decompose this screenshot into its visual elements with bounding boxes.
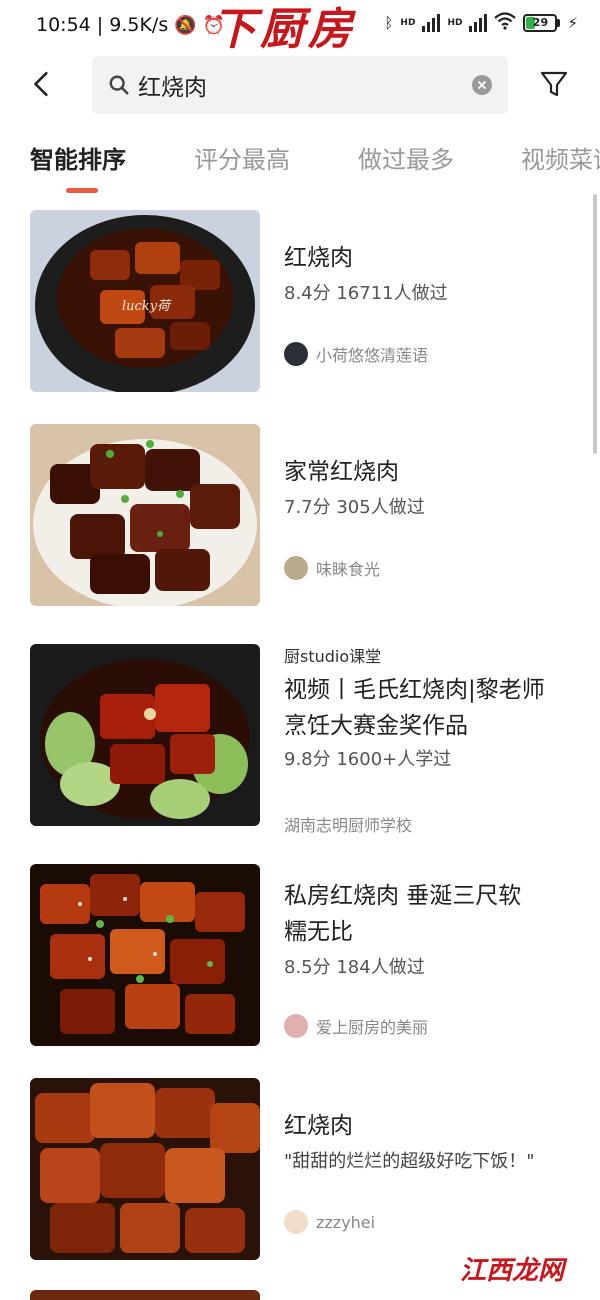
wifi-icon (494, 12, 517, 34)
recipe-thumbnail[interactable] (30, 424, 260, 606)
recipe-item[interactable]: lucky荷 红烧肉 8.4分 16711人做过 小荷悠悠清莲语 (0, 210, 600, 394)
recipe-item[interactable]: 厨studio课堂 视频丨毛氏红烧肉|黎老师 烹饪大赛金奖作品 9.8分 160… (0, 644, 600, 835)
status-time: 10:54 | 9.5K/s (36, 14, 169, 36)
food-photo (30, 1078, 260, 1260)
hd-label-1: HD (400, 18, 416, 28)
recipe-thumbnail[interactable]: lucky荷 (30, 210, 260, 392)
author-name: 小荷悠悠清莲语 (316, 346, 429, 365)
avatar (284, 342, 308, 366)
tab-smart-sort[interactable]: 智能排序 (30, 140, 126, 175)
food-photo (30, 424, 260, 606)
active-tab-indicator (66, 188, 98, 193)
battery-level: 29 (532, 16, 549, 29)
recipe-title[interactable]: 红烧肉 (284, 240, 584, 276)
recipe-thumbnail[interactable] (30, 644, 260, 826)
food-photo (30, 864, 260, 1046)
recipe-title[interactable]: 红烧肉 (284, 1108, 584, 1144)
signal-icon-1 (422, 14, 441, 32)
avatar (284, 1014, 308, 1038)
mute-icon: 🔕 (174, 14, 197, 36)
back-arrow-icon (34, 71, 48, 97)
avatar (284, 1210, 308, 1234)
food-photo (30, 644, 260, 826)
recipe-meta: 9.8分 1600+人学过 (284, 749, 452, 770)
hd-label-2: HD (447, 18, 463, 28)
recipe-meta: 8.5分 184人做过 (284, 957, 425, 978)
sort-tabs: 智能排序 评分最高 做过最多 视频菜谱 (0, 140, 600, 196)
brand-logo: 下厨房 (212, 4, 356, 55)
status-left: 10:54 | 9.5K/s 🔕 ⏰ (36, 14, 225, 36)
recipe-item[interactable]: 家常红烧肉 7.7分 305人做过 味睐食光 (0, 424, 600, 608)
recipe-title[interactable]: 家常红烧肉 (284, 454, 584, 490)
recipe-info: 私房红烧肉 垂涎三尺软 糯无比 8.5分 184人做过 (284, 864, 584, 982)
status-bar: 10:54 | 9.5K/s 🔕 ⏰ 下厨房 ᛒ HD HD 29 ⚡ (0, 0, 600, 55)
back-button[interactable] (22, 64, 62, 104)
recipe-author[interactable]: 爱上厨房的美丽 (284, 1014, 428, 1038)
next-recipe-thumbnail-partial[interactable] (30, 1290, 260, 1300)
recipe-meta: 7.7分 305人做过 (284, 497, 425, 518)
recipe-thumbnail[interactable] (30, 1078, 260, 1260)
recipe-author[interactable]: 湖南志明厨师学校 (284, 812, 412, 836)
signal-icon-2 (469, 14, 488, 32)
recipe-author[interactable]: 小荷悠悠清莲语 (284, 342, 428, 366)
recipe-info: 红烧肉 "甜甜的烂烂的超级好吃下饭！" (284, 1078, 584, 1176)
recipe-title[interactable]: 视频丨毛氏红烧肉|黎老师 (284, 672, 584, 708)
recipe-info: 红烧肉 8.4分 16711人做过 (284, 210, 584, 308)
filter-icon (540, 71, 568, 97)
search-header (0, 52, 600, 118)
recipe-source-label: 厨studio课堂 (284, 647, 382, 666)
photo-watermark: lucky荷 (122, 299, 172, 314)
recipe-title[interactable]: 私房红烧肉 垂涎三尺软 (284, 878, 584, 914)
recipe-title-line2[interactable]: 烹饪大赛金奖作品 (284, 708, 584, 744)
author-name: 爱上厨房的美丽 (316, 1018, 429, 1037)
avatar (284, 556, 308, 580)
tab-most-made[interactable]: 做过最多 (358, 140, 454, 175)
author-name: 湖南志明厨师学校 (284, 816, 413, 835)
tab-top-rated[interactable]: 评分最高 (194, 140, 290, 175)
site-watermark: 江西龙网 (459, 1256, 564, 1286)
recipe-item[interactable]: 红烧肉 "甜甜的烂烂的超级好吃下饭！" zzzyhei (0, 1078, 600, 1262)
battery-icon: 29 (523, 14, 561, 32)
recipe-info: 家常红烧肉 7.7分 305人做过 (284, 424, 584, 522)
recipe-item[interactable]: 私房红烧肉 垂涎三尺软 糯无比 8.5分 184人做过 爱上厨房的美丽 (0, 864, 600, 1048)
recipe-title-line2[interactable]: 糯无比 (284, 914, 584, 950)
tab-video-recipes[interactable]: 视频菜谱 (521, 140, 600, 175)
recipe-info: 厨studio课堂 视频丨毛氏红烧肉|黎老师 烹饪大赛金奖作品 9.8分 160… (284, 644, 584, 774)
filter-button[interactable] (536, 66, 572, 102)
clear-search-button[interactable] (472, 75, 492, 95)
search-input[interactable] (138, 66, 458, 104)
search-icon (109, 75, 129, 95)
recipe-author[interactable]: 味睐食光 (284, 556, 380, 580)
bluetooth-icon: ᛒ (384, 14, 394, 32)
clear-icon (478, 81, 486, 89)
status-right: ᛒ HD HD 29 ⚡ (384, 12, 578, 34)
author-name: 味睐食光 (316, 560, 381, 579)
recipe-author[interactable]: zzzyhei (284, 1210, 375, 1234)
author-name: zzzyhei (316, 1212, 376, 1232)
recipe-meta: 8.4分 16711人做过 (284, 283, 448, 304)
search-box[interactable] (92, 56, 508, 114)
food-photo: lucky荷 (30, 210, 260, 392)
charging-icon: ⚡ (567, 14, 578, 32)
recipe-quote: "甜甜的烂烂的超级好吃下饭！" (284, 1151, 535, 1172)
recipe-thumbnail[interactable] (30, 864, 260, 1046)
